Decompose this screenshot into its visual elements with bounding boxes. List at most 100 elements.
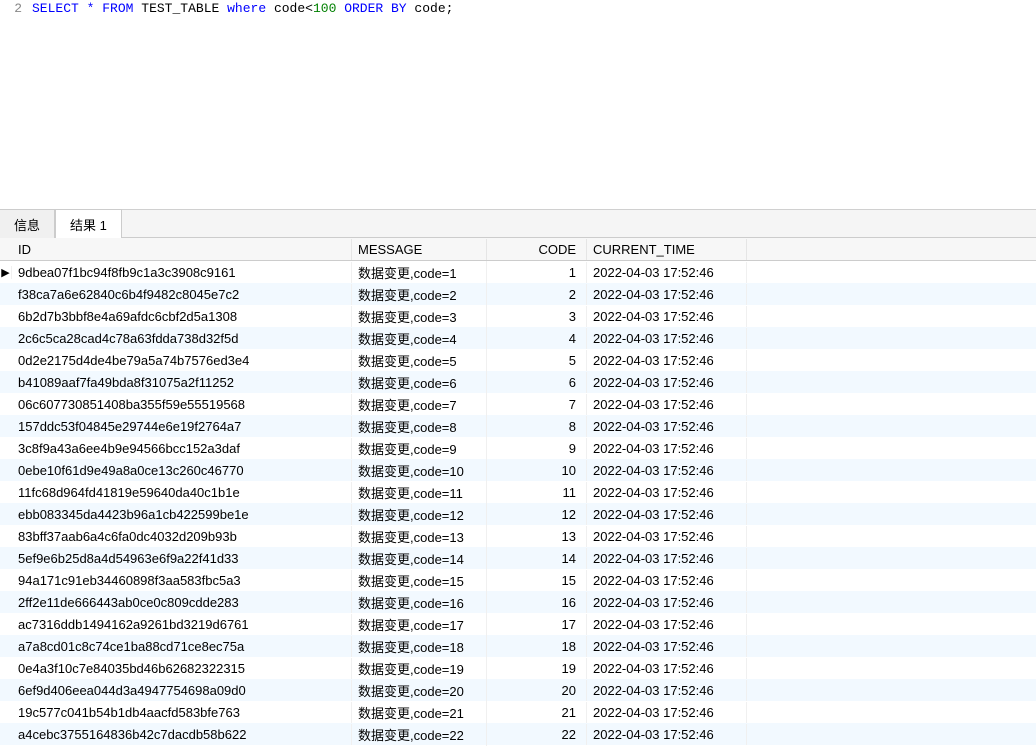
table-row[interactable]: 83bff37aab6a4c6fa0dc4032d209b93b数据变更,cod… <box>0 525 1036 547</box>
cell-id[interactable]: 94a171c91eb34460898f3aa583fbc5a3 <box>12 570 352 591</box>
cell-time[interactable]: 2022-04-03 17:52:46 <box>587 438 747 459</box>
table-row[interactable]: 06c607730851408ba355f59e55519568数据变更,cod… <box>0 393 1036 415</box>
table-row[interactable]: 5ef9e6b25d8a4d54963e6f9a22f41d33数据变更,cod… <box>0 547 1036 569</box>
cell-code[interactable]: 12 <box>487 504 587 525</box>
cell-id[interactable]: 19c577c041b54b1db4aacfd583bfe763 <box>12 702 352 723</box>
cell-id[interactable]: a7a8cd01c8c74ce1ba88cd71ce8ec75a <box>12 636 352 657</box>
cell-id[interactable]: 06c607730851408ba355f59e55519568 <box>12 394 352 415</box>
cell-code[interactable]: 11 <box>487 482 587 503</box>
cell-time[interactable]: 2022-04-03 17:52:46 <box>587 460 747 481</box>
table-row[interactable]: 157ddc53f04845e29744e6e19f2764a7数据变更,cod… <box>0 415 1036 437</box>
cell-code[interactable]: 14 <box>487 548 587 569</box>
cell-code[interactable]: 13 <box>487 526 587 547</box>
cell-code[interactable]: 22 <box>487 724 587 745</box>
cell-code[interactable]: 8 <box>487 416 587 437</box>
cell-time[interactable]: 2022-04-03 17:52:46 <box>587 306 747 327</box>
table-row[interactable]: 6b2d7b3bbf8e4a69afdc6cbf2d5a1308数据变更,cod… <box>0 305 1036 327</box>
cell-id[interactable]: 11fc68d964fd41819e59640da40c1b1e <box>12 482 352 503</box>
cell-id[interactable]: 6ef9d406eea044d3a4947754698a09d0 <box>12 680 352 701</box>
cell-time[interactable]: 2022-04-03 17:52:46 <box>587 350 747 371</box>
table-row[interactable]: 94a171c91eb34460898f3aa583fbc5a3数据变更,cod… <box>0 569 1036 591</box>
cell-code[interactable]: 5 <box>487 350 587 371</box>
cell-code[interactable]: 18 <box>487 636 587 657</box>
cell-time[interactable]: 2022-04-03 17:52:46 <box>587 262 747 283</box>
cell-code[interactable]: 6 <box>487 372 587 393</box>
sql-keyword-where: where <box>227 1 266 16</box>
table-row[interactable]: 11fc68d964fd41819e59640da40c1b1e数据变更,cod… <box>0 481 1036 503</box>
cell-time[interactable]: 2022-04-03 17:52:46 <box>587 724 747 745</box>
cell-code[interactable]: 3 <box>487 306 587 327</box>
cell-time[interactable]: 2022-04-03 17:52:46 <box>587 592 747 613</box>
table-row[interactable]: 2c6c5ca28cad4c78a63fdda738d32f5d数据变更,cod… <box>0 327 1036 349</box>
table-row[interactable]: a7a8cd01c8c74ce1ba88cd71ce8ec75a数据变更,cod… <box>0 635 1036 657</box>
table-row[interactable]: f38ca7a6e62840c6b4f9482c8045e7c2数据变更,cod… <box>0 283 1036 305</box>
cell-time[interactable]: 2022-04-03 17:52:46 <box>587 284 747 305</box>
table-row[interactable]: ▶9dbea07f1bc94f8fb9c1a3c3908c9161数据变更,co… <box>0 261 1036 283</box>
cell-code[interactable]: 20 <box>487 680 587 701</box>
cell-id[interactable]: ac7316ddb1494162a9261bd3219d6761 <box>12 614 352 635</box>
column-header-message[interactable]: MESSAGE <box>352 239 487 260</box>
cell-id[interactable]: 6b2d7b3bbf8e4a69afdc6cbf2d5a1308 <box>12 306 352 327</box>
cell-time[interactable]: 2022-04-03 17:52:46 <box>587 504 747 525</box>
cell-time[interactable]: 2022-04-03 17:52:46 <box>587 394 747 415</box>
cell-id[interactable]: 83bff37aab6a4c6fa0dc4032d209b93b <box>12 526 352 547</box>
cell-time[interactable]: 2022-04-03 17:52:46 <box>587 482 747 503</box>
cell-time[interactable]: 2022-04-03 17:52:46 <box>587 570 747 591</box>
cell-id[interactable]: 2c6c5ca28cad4c78a63fdda738d32f5d <box>12 328 352 349</box>
cell-code[interactable]: 15 <box>487 570 587 591</box>
sql-editor-line[interactable]: 2 SELECT * FROM TEST_TABLE where code<10… <box>0 0 1036 18</box>
tab-result-1[interactable]: 结果 1 <box>55 209 122 238</box>
cell-time[interactable]: 2022-04-03 17:52:46 <box>587 680 747 701</box>
sql-text[interactable]: SELECT * FROM TEST_TABLE where code<100 … <box>32 0 453 18</box>
column-header-id[interactable]: ID <box>12 239 352 260</box>
column-header-code[interactable]: CODE <box>487 239 587 260</box>
cell-code[interactable]: 16 <box>487 592 587 613</box>
table-row[interactable]: b41089aaf7fa49bda8f31075a2f11252数据变更,cod… <box>0 371 1036 393</box>
cell-id[interactable]: ebb083345da4423b96a1cb422599be1e <box>12 504 352 525</box>
cell-time[interactable]: 2022-04-03 17:52:46 <box>587 658 747 679</box>
table-row[interactable]: 0ebe10f61d9e49a8a0ce13c260c46770数据变更,cod… <box>0 459 1036 481</box>
cell-time[interactable]: 2022-04-03 17:52:46 <box>587 416 747 437</box>
cell-id[interactable]: 2ff2e11de666443ab0ce0c809cdde283 <box>12 592 352 613</box>
cell-id[interactable]: 3c8f9a43a6ee4b9e94566bcc152a3daf <box>12 438 352 459</box>
table-row[interactable]: a4cebc3755164836b42c7dacdb58b622数据变更,cod… <box>0 723 1036 745</box>
table-row[interactable]: 6ef9d406eea044d3a4947754698a09d0数据变更,cod… <box>0 679 1036 701</box>
cell-code[interactable]: 9 <box>487 438 587 459</box>
cell-time[interactable]: 2022-04-03 17:52:46 <box>587 372 747 393</box>
cell-id[interactable]: 9dbea07f1bc94f8fb9c1a3c3908c9161 <box>12 262 352 283</box>
cell-id[interactable]: a4cebc3755164836b42c7dacdb58b622 <box>12 724 352 745</box>
table-row[interactable]: 19c577c041b54b1db4aacfd583bfe763数据变更,cod… <box>0 701 1036 723</box>
cell-time[interactable]: 2022-04-03 17:52:46 <box>587 614 747 635</box>
cell-code[interactable]: 2 <box>487 284 587 305</box>
cell-time[interactable]: 2022-04-03 17:52:46 <box>587 702 747 723</box>
table-row[interactable]: ac7316ddb1494162a9261bd3219d6761数据变更,cod… <box>0 613 1036 635</box>
cell-time[interactable]: 2022-04-03 17:52:46 <box>587 636 747 657</box>
cell-time[interactable]: 2022-04-03 17:52:46 <box>587 548 747 569</box>
table-row[interactable]: 3c8f9a43a6ee4b9e94566bcc152a3daf数据变更,cod… <box>0 437 1036 459</box>
cell-time[interactable]: 2022-04-03 17:52:46 <box>587 526 747 547</box>
cell-code[interactable]: 17 <box>487 614 587 635</box>
cell-id[interactable]: b41089aaf7fa49bda8f31075a2f11252 <box>12 372 352 393</box>
grid-body[interactable]: ▶9dbea07f1bc94f8fb9c1a3c3908c9161数据变更,co… <box>0 261 1036 746</box>
column-header-time[interactable]: CURRENT_TIME <box>587 239 747 260</box>
cell-code[interactable]: 7 <box>487 394 587 415</box>
cell-code[interactable]: 21 <box>487 702 587 723</box>
cell-code[interactable]: 10 <box>487 460 587 481</box>
table-row[interactable]: 0d2e2175d4de4be79a5a74b7576ed3e4数据变更,cod… <box>0 349 1036 371</box>
cell-message[interactable]: 数据变更,code=22 <box>352 722 487 746</box>
tab-info[interactable]: 信息 <box>0 209 55 238</box>
table-row[interactable]: 0e4a3f10c7e84035bd46b62682322315数据变更,cod… <box>0 657 1036 679</box>
cell-time[interactable]: 2022-04-03 17:52:46 <box>587 328 747 349</box>
cell-id[interactable]: 0d2e2175d4de4be79a5a74b7576ed3e4 <box>12 350 352 371</box>
sql-editor-pane[interactable]: 2 SELECT * FROM TEST_TABLE where code<10… <box>0 0 1036 210</box>
cell-id[interactable]: 5ef9e6b25d8a4d54963e6f9a22f41d33 <box>12 548 352 569</box>
cell-code[interactable]: 1 <box>487 262 587 283</box>
cell-id[interactable]: 157ddc53f04845e29744e6e19f2764a7 <box>12 416 352 437</box>
table-row[interactable]: ebb083345da4423b96a1cb422599be1e数据变更,cod… <box>0 503 1036 525</box>
cell-code[interactable]: 19 <box>487 658 587 679</box>
cell-id[interactable]: 0ebe10f61d9e49a8a0ce13c260c46770 <box>12 460 352 481</box>
cell-id[interactable]: f38ca7a6e62840c6b4f9482c8045e7c2 <box>12 284 352 305</box>
table-row[interactable]: 2ff2e11de666443ab0ce0c809cdde283数据变更,cod… <box>0 591 1036 613</box>
cell-id[interactable]: 0e4a3f10c7e84035bd46b62682322315 <box>12 658 352 679</box>
cell-code[interactable]: 4 <box>487 328 587 349</box>
